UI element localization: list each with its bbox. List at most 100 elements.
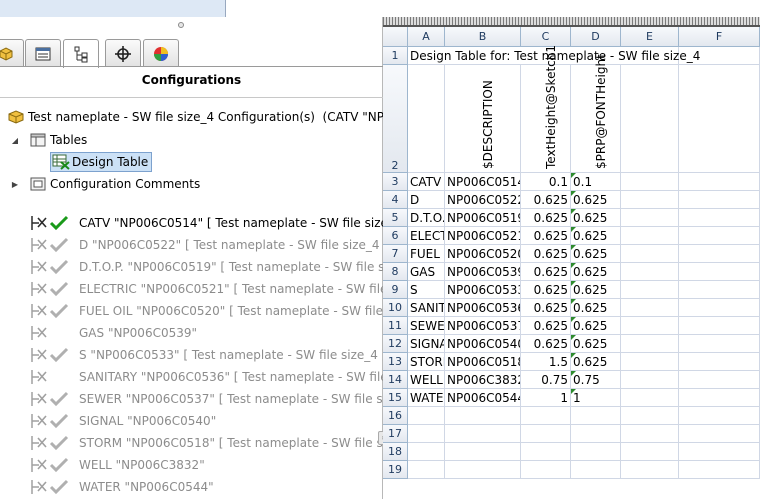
expand-icon[interactable]: ▶	[10, 179, 20, 189]
design-table-selection[interactable]: Design Table	[50, 152, 153, 172]
sheet-cell[interactable]: 0.625	[521, 281, 571, 299]
sheet-cell[interactable]: NP006C0536	[445, 299, 521, 317]
row-header[interactable]: 14	[383, 371, 408, 389]
sheet-cell[interactable]	[621, 263, 679, 281]
sheet-cell[interactable]: 0.625	[571, 299, 621, 317]
sheet-cell[interactable]: 0.625	[571, 227, 621, 245]
sheet-cell[interactable]	[621, 281, 679, 299]
tab-feature-manager[interactable]	[0, 39, 24, 67]
tree-item-design-table[interactable]: Design Table	[50, 152, 153, 172]
sheet-cell[interactable]: 0.1	[521, 173, 571, 191]
sheet-cell[interactable]	[679, 245, 760, 263]
sheet-cell[interactable]	[445, 425, 521, 443]
tab-configuration-manager[interactable]	[63, 39, 99, 68]
collapse-icon[interactable]: ◢	[10, 135, 20, 145]
sheet-cell[interactable]: 0.625	[571, 263, 621, 281]
sheet-cell[interactable]	[679, 389, 760, 407]
sheet-cell[interactable]: 0.625	[521, 245, 571, 263]
sheet-cell[interactable]: NP006C3832	[445, 371, 521, 389]
configuration-item[interactable]: SANITARY "NP006C0536" [ Test nameplate -…	[31, 367, 437, 387]
configuration-item[interactable]: FUEL OIL "NP006C0520" [ Test nameplate -…	[31, 301, 432, 321]
configuration-item[interactable]: STORM "NP006C0518" [ Test nameplate - SW…	[31, 433, 422, 453]
row-header[interactable]: 2	[383, 65, 408, 173]
configuration-item[interactable]: D.T.O.P. "NP006C0519" [ Test nameplate -…	[31, 257, 424, 277]
sheet-cell[interactable]: 0.625	[521, 209, 571, 227]
sheet-cell[interactable]	[621, 461, 679, 479]
sheet-cell[interactable]: 0.625	[571, 335, 621, 353]
sheet-cell[interactable]: D.T.O.	[408, 209, 445, 227]
sheet-cell[interactable]: 0.625	[571, 317, 621, 335]
sheet-cell[interactable]: 0.625	[571, 353, 621, 371]
sheet-cell[interactable]: NP006C0521	[445, 227, 521, 245]
sheet-cell[interactable]: NP006C0540	[445, 335, 521, 353]
row-header[interactable]: 19	[383, 461, 408, 479]
sheet-cell[interactable]: 0.625	[571, 191, 621, 209]
row-header[interactable]: 7	[383, 245, 408, 263]
sheet-cell[interactable]	[621, 317, 679, 335]
row-header[interactable]: 8	[383, 263, 408, 281]
configuration-item[interactable]: SIGNAL "NP006C0540"	[31, 411, 216, 431]
sheet-cell[interactable]	[571, 425, 621, 443]
sheet-cell[interactable]: WELL	[408, 371, 445, 389]
sheet-cell[interactable]	[679, 263, 760, 281]
sheet-cell[interactable]: NP006C0514	[445, 173, 521, 191]
sheet-cell[interactable]: TextHeight@Sketch1	[521, 45, 571, 173]
sheet-cell[interactable]	[679, 407, 760, 425]
sheet-cell[interactable]: 0.75	[571, 371, 621, 389]
row-header[interactable]: 9	[383, 281, 408, 299]
configuration-item[interactable]: ELECTRIC "NP006C0521" [ Test nameplate -…	[31, 279, 437, 299]
sheet-cell[interactable]	[679, 461, 760, 479]
sheet-cell[interactable]	[679, 209, 760, 227]
sheet-cell[interactable]: D	[408, 191, 445, 209]
sheet-cell[interactable]	[679, 353, 760, 371]
sheet-cell[interactable]: 1	[521, 389, 571, 407]
configuration-item[interactable]: WATER "NP006C0544"	[31, 477, 214, 497]
sheet-cell[interactable]: 0.1	[571, 173, 621, 191]
sheet-cell[interactable]	[621, 173, 679, 191]
sheet-cell[interactable]: 0.75	[521, 371, 571, 389]
sheet-cell[interactable]: STORM	[408, 353, 445, 371]
row-header[interactable]: 13	[383, 353, 408, 371]
sheet-cell[interactable]: NP006C0539	[445, 263, 521, 281]
row-header[interactable]: 1	[383, 47, 408, 65]
row-header[interactable]: 6	[383, 227, 408, 245]
tab-property-manager[interactable]	[25, 39, 61, 67]
row-header[interactable]: 15	[383, 389, 408, 407]
row-header[interactable]: 11	[383, 317, 408, 335]
sheet-cell[interactable]	[521, 461, 571, 479]
sheet-cell[interactable]	[621, 353, 679, 371]
sheet-cell[interactable]: SANITA	[408, 299, 445, 317]
sheet-cell[interactable]: NP006C0522	[445, 191, 521, 209]
sheet-cell[interactable]	[679, 227, 760, 245]
sheet-cell[interactable]: 0.625	[571, 209, 621, 227]
row-header[interactable]: 5	[383, 209, 408, 227]
sheet-cell[interactable]: WATEI	[408, 389, 445, 407]
sheet-cell[interactable]: $DESCRIPTION	[445, 65, 521, 173]
sheet-cell[interactable]	[521, 425, 571, 443]
configuration-item[interactable]: WELL "NP006C3832"	[31, 455, 205, 475]
sheet-cell[interactable]	[571, 443, 621, 461]
sheet-cell[interactable]	[621, 371, 679, 389]
configuration-item[interactable]: S "NP006C0533" [ Test nameplate - SW fil…	[31, 345, 386, 365]
sheet-cell[interactable]: NP006C0537	[445, 317, 521, 335]
sheet-cell[interactable]: 0.625	[521, 263, 571, 281]
design-table-title-cell[interactable]: Design Table for: Test nameplate - SW fi…	[408, 47, 700, 65]
row-header[interactable]: 16	[383, 407, 408, 425]
row-header[interactable]: 12	[383, 335, 408, 353]
sheet-cell[interactable]	[679, 371, 760, 389]
sheet-cell[interactable]	[445, 407, 521, 425]
sheet-cell[interactable]: 0.625	[521, 227, 571, 245]
sheet-cell[interactable]	[621, 245, 679, 263]
sheet-cell[interactable]	[679, 425, 760, 443]
sheet-cell[interactable]: FUEL C	[408, 245, 445, 263]
configuration-item[interactable]: GAS "NP006C0539"	[31, 323, 197, 343]
sheet-cell[interactable]	[521, 407, 571, 425]
sheet-cell[interactable]	[621, 209, 679, 227]
sheet-cell[interactable]: GAS	[408, 263, 445, 281]
sheet-cell[interactable]: 0.625	[521, 317, 571, 335]
sheet-cell[interactable]: 0.625	[521, 191, 571, 209]
tree-item-tables[interactable]: ◢ Tables	[10, 130, 87, 150]
sheet-cell[interactable]: 0.625	[571, 281, 621, 299]
configuration-item[interactable]: CATV "NP006C0514" [ Test nameplate - SW …	[31, 213, 410, 233]
configuration-item[interactable]: SEWER "NP006C0537" [ Test nameplate - SW…	[31, 389, 422, 409]
